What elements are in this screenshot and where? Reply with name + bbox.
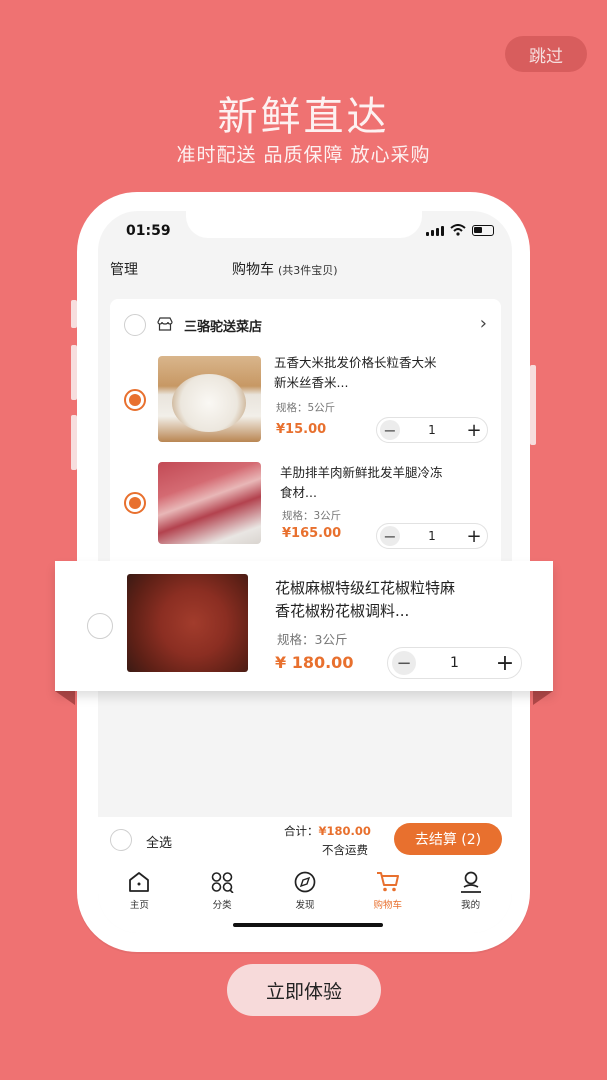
increment-button[interactable]: + xyxy=(492,651,517,676)
cart-icon xyxy=(375,869,401,895)
category-icon xyxy=(209,869,235,895)
battery-icon xyxy=(472,224,494,236)
item-spec: 规格：3公斤 xyxy=(277,632,348,647)
item-checkbox[interactable] xyxy=(87,613,113,639)
decrement-button[interactable]: − xyxy=(392,651,416,675)
store-name[interactable]: 三骆驼送菜店 xyxy=(184,316,262,335)
tab-label: 购物车 xyxy=(373,900,403,911)
discover-icon xyxy=(292,869,318,895)
tab-label: 发现 xyxy=(295,900,315,911)
store-card: 三骆驼送菜店 › 五香大米批发价格长粒香大米 新米丝香米... 规格：5公斤 ¥1… xyxy=(110,299,501,589)
quantity-stepper[interactable]: − 1 + xyxy=(387,647,522,679)
item-checkbox[interactable] xyxy=(124,492,146,514)
tab-home[interactable]: 主页 xyxy=(109,869,169,933)
increment-button[interactable]: + xyxy=(463,420,484,441)
pepper-product-image[interactable] xyxy=(127,574,248,672)
item-checkbox[interactable] xyxy=(124,389,146,411)
quantity-value[interactable]: 1 xyxy=(428,529,436,543)
select-all-label[interactable]: 全选 xyxy=(146,832,172,851)
decrement-button[interactable]: − xyxy=(380,420,400,440)
item-title[interactable]: 花椒麻椒特级红花椒粒特麻 香花椒粉花椒调料... xyxy=(275,577,455,623)
quantity-stepper[interactable]: − 1 + xyxy=(376,523,488,549)
item-price: ¥165.00 xyxy=(282,526,342,541)
profile-icon xyxy=(458,869,484,895)
quantity-stepper[interactable]: − 1 + xyxy=(376,417,488,443)
popout-fold xyxy=(533,691,553,705)
item-price: ¥ 180.00 xyxy=(275,653,354,672)
status-icons xyxy=(426,224,494,236)
item-spec: 规格：3公斤 xyxy=(282,510,342,522)
decrement-button[interactable]: − xyxy=(380,526,400,546)
tab-label: 分类 xyxy=(212,900,232,911)
item-title[interactable]: 羊肋排羊肉新鲜批发羊腿冷冻 食材... xyxy=(280,463,443,503)
quantity-value[interactable]: 1 xyxy=(428,423,436,437)
increment-button[interactable]: + xyxy=(463,526,484,547)
quantity-value[interactable]: 1 xyxy=(450,655,459,671)
start-experience-button[interactable]: 立即体验 xyxy=(227,964,381,1016)
select-all-checkbox[interactable] xyxy=(110,829,132,851)
home-icon xyxy=(126,869,152,895)
store-icon xyxy=(157,317,173,331)
tab-label: 我的 xyxy=(461,900,481,911)
tab-label: 主页 xyxy=(129,900,149,911)
phone-side-button xyxy=(530,365,536,445)
rice-product-image[interactable] xyxy=(158,356,261,442)
checkout-bar: 全选 合计：¥180.00 不含运费 去结算 (2) xyxy=(98,817,512,863)
page-title: 购物车 (共3件宝贝) xyxy=(232,259,338,279)
skip-button[interactable]: 跳过 xyxy=(505,36,587,72)
cart-title: 购物车 xyxy=(232,262,274,278)
highlighted-item-card: 花椒麻椒特级红花椒粒特麻 香花椒粉花椒调料... 规格：3公斤 ¥ 180.00 … xyxy=(55,561,553,691)
status-time: 01:59 xyxy=(126,223,171,239)
hero-title: 新鲜直达 xyxy=(217,94,390,140)
chevron-right-icon[interactable]: › xyxy=(480,313,487,334)
item-price: ¥15.00 xyxy=(276,422,327,437)
item-title[interactable]: 五香大米批发价格长粒香大米 新米丝香米... xyxy=(274,353,437,393)
store-checkbox[interactable] xyxy=(124,314,146,336)
lamb-product-image[interactable] xyxy=(158,462,261,544)
item-spec: 规格：5公斤 xyxy=(276,402,336,414)
cart-count: (共3件宝贝) xyxy=(278,264,338,277)
total-price: 合计：¥180.00 xyxy=(284,824,371,838)
shipping-note: 不含运费 xyxy=(322,843,368,857)
tab-profile[interactable]: 我的 xyxy=(441,869,501,933)
home-indicator xyxy=(233,923,383,927)
popout-fold xyxy=(55,691,75,705)
wifi-icon xyxy=(450,224,466,236)
phone-notch xyxy=(186,211,422,238)
signal-icon xyxy=(426,225,444,236)
manage-button[interactable]: 管理 xyxy=(110,259,138,279)
checkout-button[interactable]: 去结算 (2) xyxy=(394,823,502,855)
hero-subtitle: 准时配送 品质保障 放心采购 xyxy=(176,144,431,166)
